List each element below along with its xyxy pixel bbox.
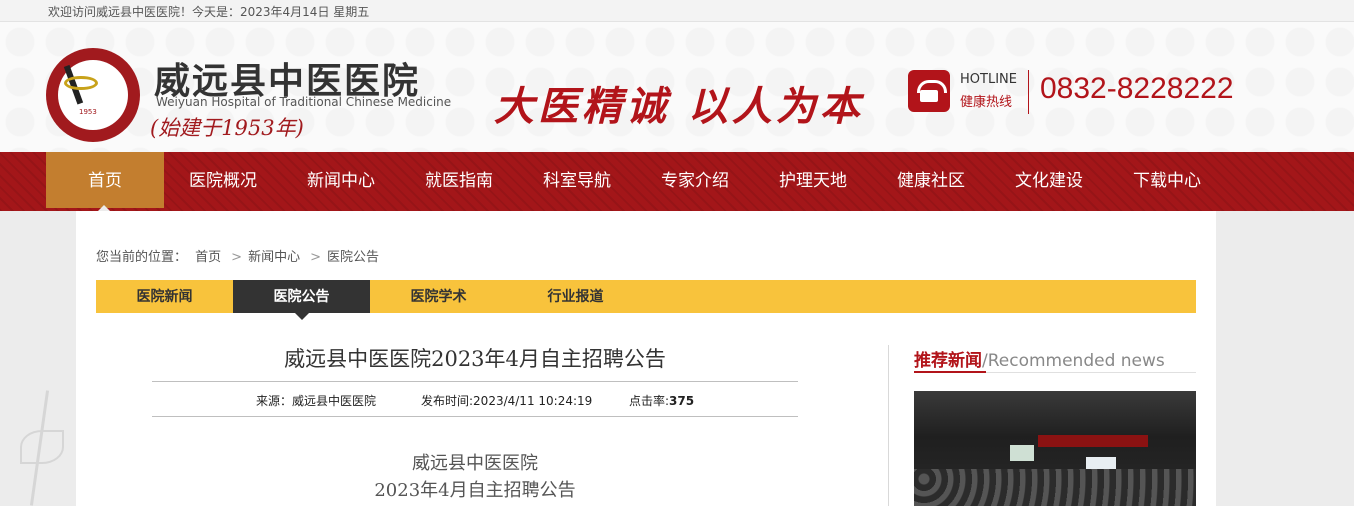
photo-screen-left xyxy=(1010,445,1034,461)
recommended-title-cn: 推荐新闻 xyxy=(914,351,982,371)
article-source: 来源：威远县中医医院 xyxy=(256,394,377,408)
main-nav: 首页 医院概况 新闻中心 就医指南 科室导航 专家介绍 护理天地 健康社区 文化… xyxy=(0,152,1354,211)
recommended-title: 推荐新闻/Recommended news xyxy=(914,346,1165,371)
hotline-label-cn: 健康热线 xyxy=(960,95,1013,110)
site-header: 1953 威远县中医医院 Weiyuan Hospital of Traditi… xyxy=(0,22,1354,152)
tab-hospital-notice[interactable]: 医院公告 xyxy=(233,280,370,320)
recommended-underline xyxy=(914,371,986,373)
hotline-label-en: HOTLINE xyxy=(960,72,1017,87)
nav-item-news[interactable]: 新闻中心 xyxy=(282,152,400,208)
breadcrumb-notice[interactable]: 医院公告 xyxy=(327,250,379,265)
sub-nav: 医院新闻 医院公告 医院学术 行业报道 xyxy=(96,280,1196,320)
recommended-news-photo[interactable] xyxy=(914,391,1196,506)
article-body-line: 2023年4月自主招聘公告 xyxy=(374,480,576,501)
hotline-number: 0832-8228222 xyxy=(1040,72,1234,105)
breadcrumb-prefix: 您当前的位置： xyxy=(96,250,188,265)
nav-item-nursing[interactable]: 护理天地 xyxy=(754,152,872,208)
logo-swirl xyxy=(64,76,98,90)
photo-banner xyxy=(1038,435,1148,447)
breadcrumb-separator: > xyxy=(231,250,243,265)
nav-item-culture[interactable]: 文化建设 xyxy=(990,152,1108,208)
nav-item-home[interactable]: 首页 xyxy=(46,152,164,211)
ink-plant-decoration xyxy=(0,380,76,506)
tab-industry-report[interactable]: 行业报道 xyxy=(507,280,644,313)
phone-icon xyxy=(908,70,950,112)
hotline-divider xyxy=(1028,70,1029,114)
clicks-count: 375 xyxy=(669,394,695,408)
photo-audience xyxy=(914,469,1196,506)
founded-text: (始建于1953年) xyxy=(150,116,304,140)
site-name-en: Weiyuan Hospital of Traditional Chinese … xyxy=(156,95,452,109)
nav-item-guide[interactable]: 就医指南 xyxy=(400,152,518,208)
nav-item-about[interactable]: 医院概况 xyxy=(164,152,282,208)
tab-hospital-news[interactable]: 医院新闻 xyxy=(96,280,233,313)
article-clicks: 点击率:375 xyxy=(629,392,694,409)
hospital-logo[interactable]: 1953 xyxy=(46,48,140,142)
nav-item-download[interactable]: 下载中心 xyxy=(1108,152,1226,208)
welcome-text: 欢迎访问威远县中医医院！今天是：2023年4月14日 星期五 xyxy=(48,5,370,19)
slogan: 大医精诚 以人为本 xyxy=(494,83,864,130)
breadcrumb-separator: > xyxy=(310,250,321,265)
breadcrumb-news[interactable]: 新闻中心 xyxy=(248,250,300,265)
breadcrumb: 您当前的位置： 首页 > 新闻中心 > 医院公告 xyxy=(96,246,383,265)
nav-item-experts[interactable]: 专家介绍 xyxy=(636,152,754,208)
article-title: 威远县中医医院2023年4月自主招聘公告 xyxy=(284,347,666,371)
tab-hospital-academic[interactable]: 医院学术 xyxy=(370,280,507,313)
logo-year: 1953 xyxy=(79,108,97,116)
content-panel: 您当前的位置： 首页 > 新闻中心 > 医院公告 医院新闻 医院公告 医院学术 行业报道… xyxy=(76,211,1216,506)
recommended-title-en: /Recommended news xyxy=(982,351,1165,371)
breadcrumb-home[interactable]: 首页 xyxy=(195,250,221,265)
article-meta: 来源：威远县中医医院 发布时间:2023/4/11 10:24:19 点击率:3… xyxy=(152,381,798,417)
clicks-label: 点击率: xyxy=(629,394,670,408)
top-bar: 欢迎访问威远县中医医院！今天是：2023年4月14日 星期五 xyxy=(0,0,1354,22)
column-divider xyxy=(888,345,889,506)
article-publish-time: 发布时间:2023/4/11 10:24:19 xyxy=(421,394,593,408)
nav-item-departments[interactable]: 科室导航 xyxy=(518,152,636,208)
nav-item-health[interactable]: 健康社区 xyxy=(872,152,990,208)
article-body-line: 威远县中医医院 xyxy=(412,453,538,474)
